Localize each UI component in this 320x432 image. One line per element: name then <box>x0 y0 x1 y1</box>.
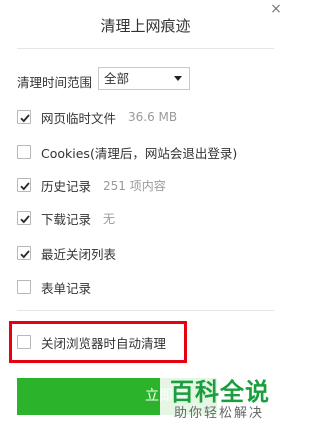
option-meta: 251 项内容 <box>103 178 166 193</box>
option-meta: 无 <box>103 211 116 226</box>
checkmark-icon <box>20 215 30 224</box>
close-icon[interactable]: × <box>269 2 283 16</box>
checkmark-icon <box>20 250 30 259</box>
checkbox-form-data[interactable] <box>17 280 31 294</box>
option-label: 网页临时文件 <box>41 110 117 126</box>
checkbox-downloads[interactable] <box>17 211 31 225</box>
clear-browsing-traces-dialog: 清理上网痕迹 × 清理时间范围 全部 网页临时文件 36.6 MB Cookie… <box>0 0 291 432</box>
divider <box>17 48 274 49</box>
chevron-down-icon <box>174 76 182 81</box>
option-history[interactable]: 历史记录 251 项内容 <box>17 177 166 194</box>
checkbox-history[interactable] <box>17 178 31 192</box>
option-downloads[interactable]: 下载记录 无 <box>17 210 116 227</box>
checkbox-temp-files[interactable] <box>17 110 31 124</box>
checkbox-recently-closed[interactable] <box>17 246 31 260</box>
option-label: 表单记录 <box>41 280 92 296</box>
option-label: 下载记录 <box>41 211 92 227</box>
option-form-data[interactable]: 表单记录 <box>17 279 92 296</box>
option-temp-files[interactable]: 网页临时文件 36.6 MB <box>17 109 178 126</box>
option-cookies[interactable]: Cookies(清理后，网站会退出登录) <box>17 144 238 161</box>
time-range-value: 全部 <box>104 71 130 86</box>
option-auto-clean-on-close[interactable]: 关闭浏览器时自动清理 <box>17 334 167 351</box>
checkbox-auto-clean[interactable] <box>17 335 31 349</box>
time-range-label: 清理时间范围 <box>17 75 93 90</box>
checkbox-cookies[interactable] <box>17 145 31 159</box>
checkmark-icon <box>20 182 30 191</box>
option-recently-closed[interactable]: 最近关闭列表 <box>17 245 117 262</box>
option-label: 历史记录 <box>41 178 92 194</box>
option-label: Cookies(清理后，网站会退出登录) <box>41 145 238 161</box>
time-range-select[interactable]: 全部 <box>98 67 190 90</box>
option-meta: 36.6 MB <box>128 110 178 124</box>
watermark-tagline: 助你轻松解决 <box>174 406 265 421</box>
checkmark-icon <box>20 114 30 123</box>
divider <box>17 310 274 311</box>
option-label: 关闭浏览器时自动清理 <box>41 335 167 351</box>
option-label: 最近关闭列表 <box>41 246 117 262</box>
dialog-title: 清理上网痕迹 <box>100 17 191 35</box>
